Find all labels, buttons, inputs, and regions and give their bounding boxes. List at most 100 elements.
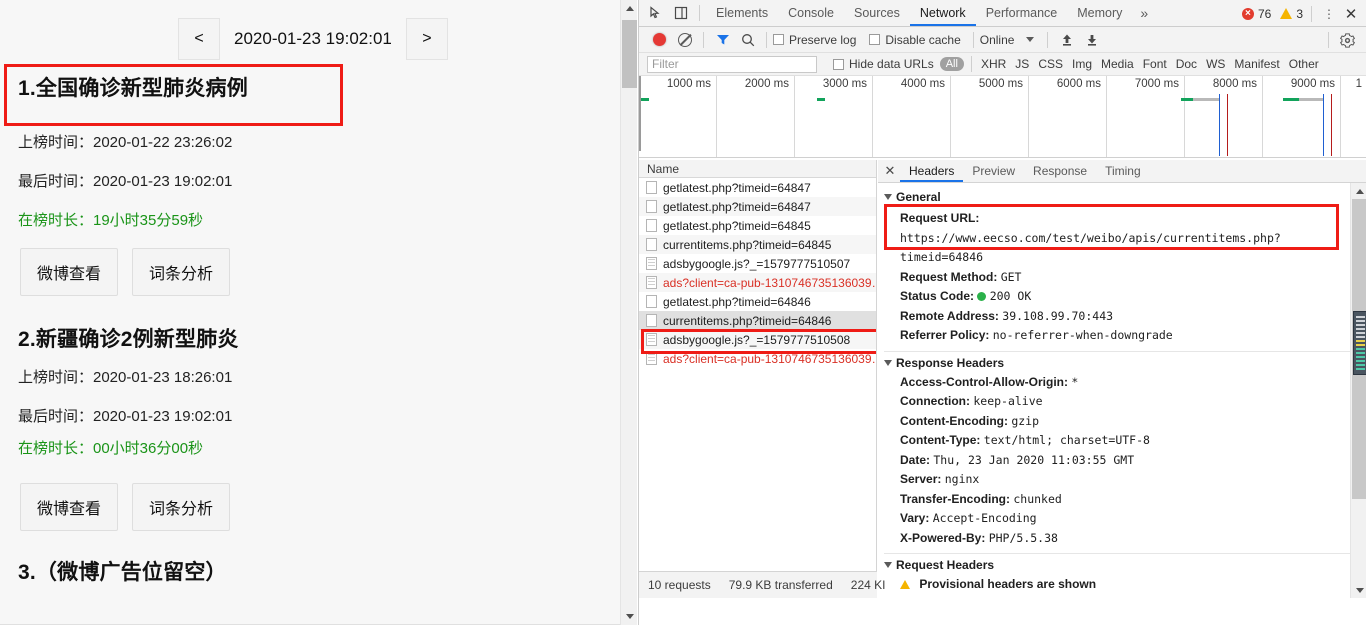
table-row[interactable]: getlatest.php?timeid=64845 xyxy=(639,216,876,235)
scroll-up-arrow-icon[interactable] xyxy=(621,0,638,17)
request-name: ads?client=ca-pub-1310746735136039… xyxy=(663,351,877,366)
table-row-selected[interactable]: currentitems.php?timeid=64846 xyxy=(639,311,876,330)
record-network-log-icon[interactable] xyxy=(647,27,672,52)
network-overview-timeline[interactable]: 1000 ms 2000 ms 3000 ms 4000 ms 5000 ms … xyxy=(639,76,1366,158)
trend-title-1[interactable]: 1.全国确诊新型肺炎病例 xyxy=(0,72,620,102)
close-details-icon[interactable]: ✕ xyxy=(880,163,900,179)
import-har-icon[interactable] xyxy=(1054,27,1079,52)
error-count-badge[interactable]: × 76 xyxy=(1241,7,1271,21)
filter-type-doc[interactable]: Doc xyxy=(1176,57,1197,71)
filter-type-all[interactable]: All xyxy=(939,57,964,71)
header-key: Content-Encoding: xyxy=(900,413,1008,428)
trend-2-term-analysis-button[interactable]: 词条分析 xyxy=(132,483,231,531)
nettools-divider-1 xyxy=(703,31,704,48)
tab-performance[interactable]: Performance xyxy=(976,0,1068,26)
close-devtools-icon[interactable]: ✕ xyxy=(1340,5,1362,23)
details-scrollbar-thumb[interactable] xyxy=(1353,311,1366,375)
section-general[interactable]: General xyxy=(884,190,1350,204)
doc-icon xyxy=(646,219,657,232)
filter-type-other[interactable]: Other xyxy=(1289,57,1319,71)
prev-day-button[interactable]: < xyxy=(178,18,220,60)
tab-memory[interactable]: Memory xyxy=(1067,0,1132,26)
table-row[interactable]: ads?client=ca-pub-1310746735136039… xyxy=(639,273,876,292)
response-header-row: X-Powered-By: PHP/5.5.38 xyxy=(884,529,1350,549)
filter-type-manifest[interactable]: Manifest xyxy=(1234,57,1279,71)
filter-type-media[interactable]: Media xyxy=(1101,57,1134,71)
network-status-bar: 10 requests 79.9 KB transferred 224 KI xyxy=(639,571,885,598)
throttling-select[interactable]: Online xyxy=(980,33,1015,47)
filter-funnel-icon[interactable] xyxy=(710,27,735,52)
search-icon[interactable] xyxy=(735,27,760,52)
network-request-list[interactable]: Name getlatest.php?timeid=64847 getlates… xyxy=(639,160,877,598)
nettools-divider-5 xyxy=(1328,32,1329,48)
table-row[interactable]: adsbygoogle.js?_=1579777510508 xyxy=(639,330,876,349)
clear-network-log-icon[interactable] xyxy=(672,27,697,52)
tab-timing[interactable]: Timing xyxy=(1096,160,1150,182)
overview-tick-label: 1000 ms xyxy=(666,78,711,90)
table-row[interactable]: getlatest.php?timeid=64847 xyxy=(639,178,876,197)
header-value: chunked xyxy=(1013,491,1062,506)
provisional-headers-notice: Provisional headers are shown xyxy=(884,575,1350,595)
more-tabs-chevron-icon[interactable]: » xyxy=(1132,5,1156,21)
preserve-log-checkbox[interactable] xyxy=(773,34,784,45)
gear-icon[interactable] xyxy=(1335,28,1360,53)
table-row[interactable]: adsbygoogle.js?_=1579777510507 xyxy=(639,254,876,273)
web-page-content: < 2020-01-23 19:02:01 > 1.全国确诊新型肺炎病例 上榜时… xyxy=(0,0,620,625)
filter-type-ws[interactable]: WS xyxy=(1206,57,1225,71)
inspect-element-icon[interactable] xyxy=(643,1,668,26)
details-scroll-up-icon[interactable] xyxy=(1351,183,1366,199)
chevron-down-icon xyxy=(884,194,892,200)
hide-data-urls-checkbox[interactable] xyxy=(833,58,844,70)
trend-title-2[interactable]: 2.新疆确诊2例新型肺炎 xyxy=(0,323,620,353)
next-day-button[interactable]: > xyxy=(405,18,448,60)
tab-preview[interactable]: Preview xyxy=(963,160,1024,182)
trend-1-weibo-view-button[interactable]: 微博查看 xyxy=(20,248,119,296)
filter-type-xhr[interactable]: XHR xyxy=(981,57,1006,71)
section-general-label: General xyxy=(896,190,941,204)
header-value[interactable]: https://www.eecso.com/test/weibo/apis/cu… xyxy=(900,231,1281,265)
trend-2-listed-time: 上榜时间：2020-01-23 18:26:01 xyxy=(18,369,233,386)
section-response-headers[interactable]: Response Headers xyxy=(884,356,1350,370)
page-vertical-scrollbar[interactable] xyxy=(620,0,637,625)
filter-type-font[interactable]: Font xyxy=(1143,57,1167,71)
details-scroll-down-icon[interactable] xyxy=(1351,582,1366,598)
table-row[interactable]: currentitems.php?timeid=64845 xyxy=(639,235,876,254)
details-vertical-scrollbar[interactable] xyxy=(1350,183,1366,598)
filter-input[interactable] xyxy=(647,55,817,73)
scroll-down-arrow-icon[interactable] xyxy=(621,608,638,625)
export-har-icon[interactable] xyxy=(1079,27,1104,52)
trend-2-weibo-view-button[interactable]: 微博查看 xyxy=(20,483,119,531)
tab-network[interactable]: Network xyxy=(910,0,976,26)
request-name: getlatest.php?timeid=64845 xyxy=(663,218,811,233)
table-row[interactable]: getlatest.php?timeid=64847 xyxy=(639,197,876,216)
filter-type-img[interactable]: Img xyxy=(1072,57,1092,71)
trend-1-term-analysis-button[interactable]: 词条分析 xyxy=(132,248,231,296)
overview-tick-label: 4000 ms xyxy=(900,78,945,90)
request-list-header-name[interactable]: Name xyxy=(639,160,876,178)
script-icon xyxy=(646,333,657,346)
tab-elements[interactable]: Elements xyxy=(706,0,778,26)
network-toolbar-right xyxy=(1322,27,1360,53)
trend-item-1: 1.全国确诊新型肺炎病例 xyxy=(0,72,620,102)
disable-cache-checkbox[interactable] xyxy=(869,34,881,45)
table-row[interactable]: getlatest.php?timeid=64846 xyxy=(639,292,876,311)
toggle-device-toolbar-icon[interactable] xyxy=(668,1,693,26)
section-request-headers[interactable]: Request Headers xyxy=(884,558,1350,572)
chevron-down-icon xyxy=(884,562,892,568)
header-value: gzip xyxy=(1011,413,1040,428)
tab-console[interactable]: Console xyxy=(778,0,844,26)
throttling-chevron-down-icon[interactable] xyxy=(1026,37,1035,42)
doc-icon xyxy=(646,238,657,251)
filter-type-css[interactable]: CSS xyxy=(1038,57,1063,71)
tab-sources[interactable]: Sources xyxy=(844,0,910,26)
page-scrollbar-thumb[interactable] xyxy=(622,20,637,88)
tab-headers[interactable]: Headers xyxy=(900,160,963,182)
warning-count-badge[interactable]: 3 xyxy=(1280,7,1303,21)
table-row[interactable]: ads?client=ca-pub-1310746735136039… xyxy=(639,349,876,368)
devtools-menu-icon[interactable]: ⋮ xyxy=(1320,7,1338,21)
filter-type-js[interactable]: JS xyxy=(1015,57,1029,71)
doc-icon xyxy=(646,200,657,213)
tab-response[interactable]: Response xyxy=(1024,160,1096,182)
header-request-url: Request URL: https://www.eecso.com/test/… xyxy=(884,207,1350,268)
header-key: Access-Control-Allow-Origin: xyxy=(900,374,1069,389)
